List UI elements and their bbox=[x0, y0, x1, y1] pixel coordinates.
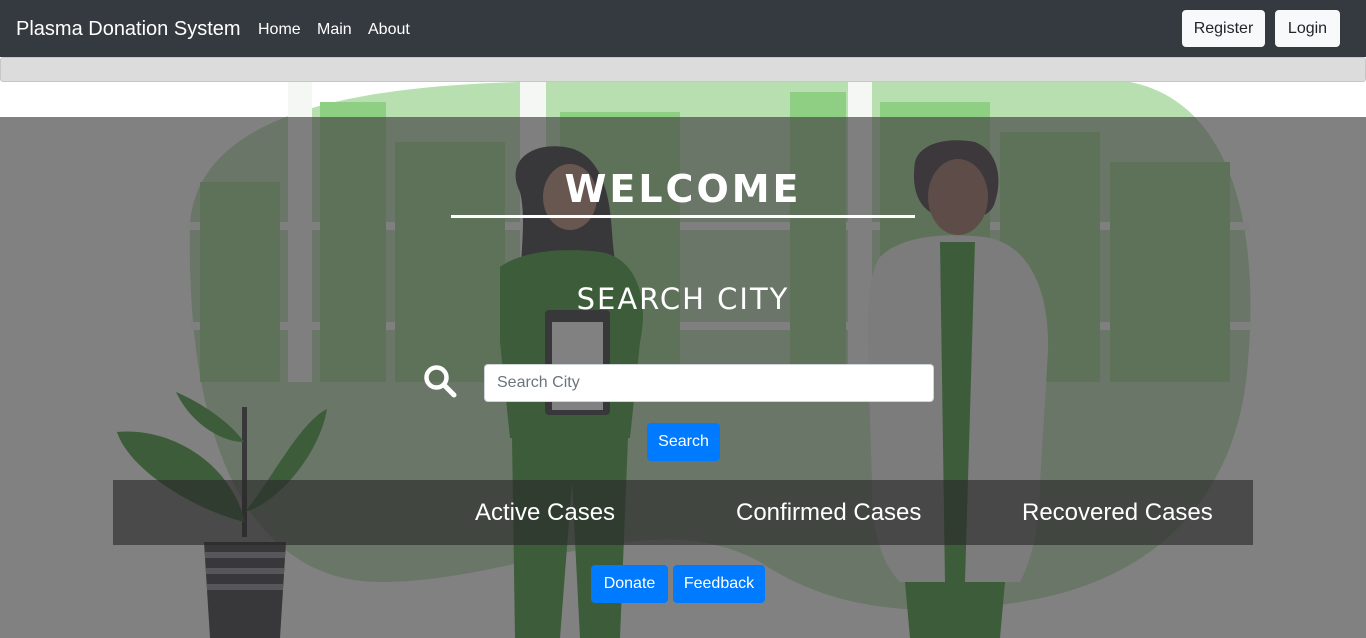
hero-section: WELCOME SEARCH CITY Search Active Cases … bbox=[0, 82, 1366, 638]
search-city-input[interactable] bbox=[484, 364, 934, 402]
search-button[interactable]: Search bbox=[647, 423, 720, 461]
nav-link-about[interactable]: About bbox=[368, 20, 410, 40]
donate-button[interactable]: Donate bbox=[591, 565, 668, 603]
search-icon bbox=[424, 365, 457, 398]
nav-link-home[interactable]: Home bbox=[258, 20, 301, 40]
nav-link-main[interactable]: Main bbox=[317, 20, 352, 40]
recovered-cases-label: Recovered Cases bbox=[1022, 499, 1213, 526]
login-button[interactable]: Login bbox=[1275, 10, 1340, 47]
register-button[interactable]: Register bbox=[1182, 10, 1265, 47]
feedback-button[interactable]: Feedback bbox=[673, 565, 765, 603]
active-cases-label: Active Cases bbox=[475, 499, 616, 526]
confirmed-cases-label: Confirmed Cases bbox=[736, 499, 922, 526]
welcome-underline bbox=[451, 215, 915, 218]
alert-strip bbox=[0, 57, 1366, 82]
navbar: Plasma Donation System Home Main About R… bbox=[0, 0, 1366, 57]
search-city-heading: SEARCH CITY bbox=[576, 282, 790, 316]
brand-title[interactable]: Plasma Donation System bbox=[16, 17, 241, 41]
welcome-heading: WELCOME bbox=[564, 167, 802, 211]
case-stats-bar: Active Cases Confirmed Cases Recovered C… bbox=[113, 480, 1253, 545]
